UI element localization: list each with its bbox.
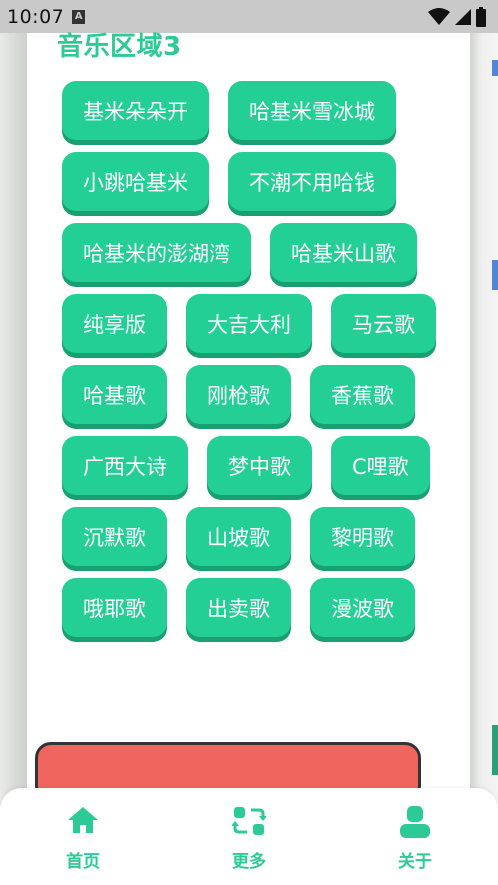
wifi-icon bbox=[428, 7, 450, 25]
song-chip[interactable]: 纯享版 bbox=[62, 294, 167, 353]
side-indicator bbox=[492, 725, 498, 775]
section-title: 音乐区域3 bbox=[57, 32, 182, 62]
song-chip[interactable]: 黎明歌 bbox=[310, 507, 415, 566]
battery-icon bbox=[476, 6, 486, 27]
status-icons bbox=[428, 6, 486, 27]
home-icon bbox=[68, 807, 98, 833]
song-chip[interactable]: 基米朵朵开 bbox=[62, 81, 209, 140]
nav-more-label: 更多 bbox=[232, 852, 266, 872]
song-chip[interactable]: C哩歌 bbox=[331, 436, 430, 495]
swap-icon bbox=[232, 807, 266, 835]
song-chip[interactable]: 漫波歌 bbox=[310, 578, 415, 637]
bottom-navigation: 首页 更多 关于 bbox=[0, 788, 498, 885]
song-chip[interactable]: 小跳哈基米 bbox=[62, 152, 209, 211]
nav-home[interactable]: 首页 bbox=[28, 788, 138, 885]
background-card-left bbox=[0, 33, 27, 885]
nav-more[interactable]: 更多 bbox=[194, 788, 304, 885]
song-chip[interactable]: 马云歌 bbox=[331, 294, 436, 353]
signal-icon bbox=[455, 8, 471, 25]
nav-about-label: 关于 bbox=[398, 852, 432, 872]
song-chip[interactable]: 山坡歌 bbox=[186, 507, 291, 566]
song-chip[interactable]: 哈基米雪冰城 bbox=[228, 81, 396, 140]
song-chip[interactable]: 刚枪歌 bbox=[186, 365, 291, 424]
song-chip[interactable]: 哦耶歌 bbox=[62, 578, 167, 637]
side-indicator bbox=[492, 60, 498, 76]
song-chip[interactable]: 大吉大利 bbox=[186, 294, 312, 353]
song-chip[interactable]: 哈基米山歌 bbox=[270, 223, 417, 282]
nav-about[interactable]: 关于 bbox=[360, 788, 470, 885]
status-time: 10:07 bbox=[7, 5, 65, 28]
song-chip[interactable]: 出卖歌 bbox=[186, 578, 291, 637]
song-chip[interactable]: 香蕉歌 bbox=[310, 365, 415, 424]
notification-icon: A bbox=[72, 9, 86, 24]
side-indicator bbox=[492, 260, 498, 290]
nav-home-label: 首页 bbox=[66, 852, 100, 872]
song-chip[interactable]: 哈基歌 bbox=[62, 365, 167, 424]
song-chip[interactable]: 哈基米的澎湖湾 bbox=[62, 223, 251, 282]
song-chip[interactable]: 梦中歌 bbox=[207, 436, 312, 495]
user-icon bbox=[400, 806, 430, 838]
song-chip[interactable]: 沉默歌 bbox=[62, 507, 167, 566]
song-chip[interactable]: 广西大诗 bbox=[62, 436, 188, 495]
song-chip-list: 基米朵朵开 哈基米雪冰城 小跳哈基米 不潮不用哈钱哈基米的澎湖湾 哈基米山歌纯享版 大吉大… bbox=[62, 81, 457, 637]
song-chip[interactable]: 不潮不用哈钱 bbox=[228, 152, 396, 211]
